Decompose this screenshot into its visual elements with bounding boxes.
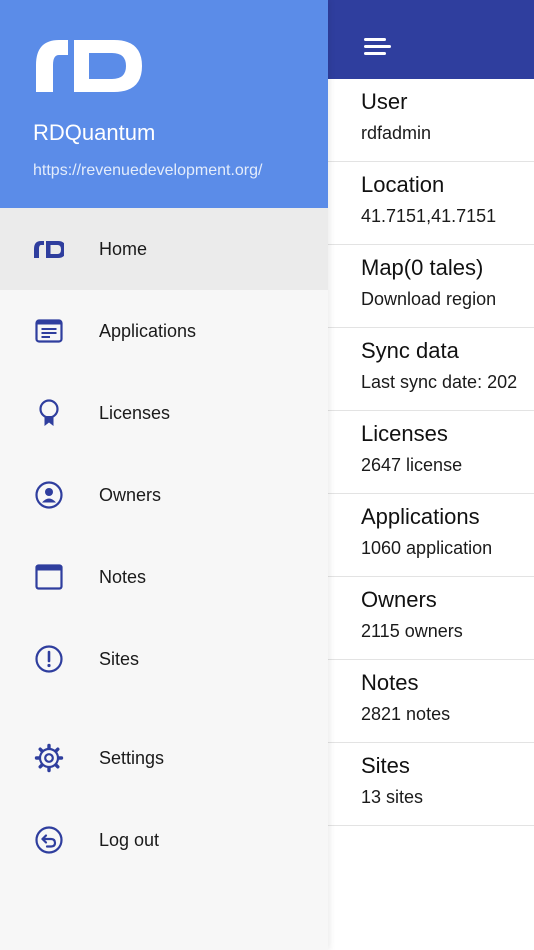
card-value: 2115 owners	[361, 621, 463, 641]
rd-logo: rD	[36, 40, 142, 92]
card-licenses[interactable]: Licenses 2647 license	[328, 411, 534, 494]
card-title: Notes	[361, 670, 419, 695]
nav-label: Licenses	[99, 403, 171, 423]
rd-logo-icon	[34, 241, 64, 258]
card-value: rdfadmin	[361, 123, 432, 143]
logout-icon	[35, 826, 63, 854]
nav-item-owners[interactable]: Owners	[0, 454, 328, 536]
card-map[interactable]: Map(0 tales) Download region	[328, 245, 534, 328]
gear-icon	[34, 743, 64, 773]
card-applications[interactable]: Applications 1060 application	[328, 494, 534, 577]
card-value: Last sync date: 202	[361, 372, 518, 392]
card-title: Owners	[361, 587, 437, 612]
card-title: Location	[361, 172, 445, 197]
card-value: 2647 license	[361, 455, 463, 475]
nav-item-home[interactable]: Home	[0, 208, 328, 290]
card-user[interactable]: User rdfadmin	[328, 79, 534, 162]
card-title: Map(0 tales)	[361, 255, 484, 280]
nav-label: Notes	[99, 567, 147, 587]
nav-item-sites[interactable]: Sites	[0, 618, 328, 700]
card-value: Download region	[361, 289, 497, 309]
app-name: RDQuantum	[33, 120, 156, 145]
nav-item-settings[interactable]: Settings	[0, 717, 328, 799]
drawer-header: rD RDQuantum https://revenuedevelopment.…	[0, 0, 328, 208]
card-value: 41.7151,41.7151	[361, 206, 497, 226]
card-title: User	[361, 89, 408, 114]
nav-label: Settings	[99, 748, 165, 768]
nav-item-licenses[interactable]: Licenses	[0, 372, 328, 454]
window-icon	[35, 564, 63, 590]
user-circle-icon	[35, 481, 63, 509]
card-title: Sync data	[361, 338, 459, 363]
ribbon-icon	[39, 399, 59, 426]
card-owners[interactable]: Owners 2115 owners	[328, 577, 534, 660]
nav-item-logout[interactable]: Log out	[0, 799, 328, 881]
nav-label: Applications	[99, 321, 197, 341]
card-sync-data[interactable]: Sync data Last sync date: 202	[328, 328, 534, 411]
card-value: 2821 notes	[361, 704, 451, 724]
applications-icon	[35, 319, 63, 343]
card-value: 1060 application	[361, 538, 493, 558]
nav-label: Sites	[99, 649, 140, 669]
app-bar	[328, 0, 534, 79]
card-title: Licenses	[361, 421, 448, 446]
nav-label: Home	[99, 239, 148, 259]
card-value: 13 sites	[361, 787, 424, 807]
hamburger-menu-icon[interactable]	[364, 38, 392, 60]
card-title: Sites	[361, 753, 410, 778]
nav-item-notes[interactable]: Notes	[0, 536, 328, 618]
alert-circle-icon	[35, 645, 63, 673]
card-location[interactable]: Location 41.7151,41.7151	[328, 162, 534, 245]
main-content: User rdfadmin Location 41.7151,41.7151 M…	[328, 0, 534, 950]
nav-label: Log out	[99, 830, 160, 850]
app-url: https://revenuedevelopment.org/	[33, 162, 263, 179]
card-notes[interactable]: Notes 2821 notes	[328, 660, 534, 743]
card-title: Applications	[361, 504, 480, 529]
nav-drawer: rD RDQuantum https://revenuedevelopment.…	[0, 0, 328, 950]
nav-label: Owners	[99, 485, 162, 505]
nav-item-applications[interactable]: Applications	[0, 290, 328, 372]
card-sites[interactable]: Sites 13 sites	[328, 743, 534, 826]
